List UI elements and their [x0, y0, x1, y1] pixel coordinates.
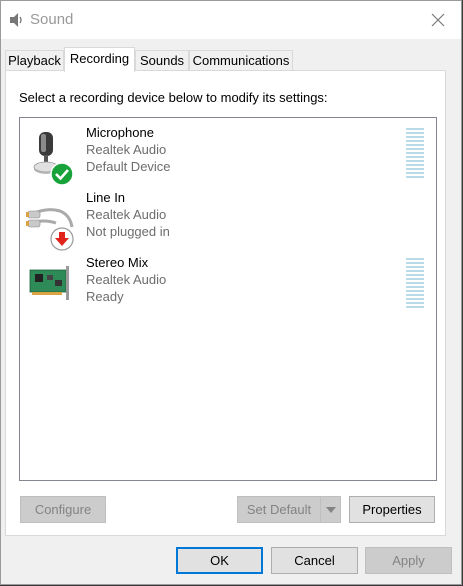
- title-bar[interactable]: Sound: [1, 1, 461, 39]
- device-item-microphone[interactable]: Microphone Realtek Audio Default Device: [20, 124, 436, 186]
- sound-card-icon: [29, 266, 69, 300]
- cancel-label: Cancel: [294, 553, 335, 568]
- device-status: Not plugged in: [86, 224, 170, 239]
- properties-label: Properties: [362, 502, 422, 517]
- device-status: Default Device: [86, 159, 171, 174]
- set-default-button[interactable]: Set Default: [237, 496, 341, 523]
- device-text: Line In Realtek Audio Not plugged in: [86, 189, 170, 240]
- ok-button[interactable]: OK: [176, 547, 263, 574]
- apply-button[interactable]: Apply: [365, 547, 452, 574]
- default-check-icon: [50, 162, 74, 186]
- device-driver: Realtek Audio: [86, 142, 167, 157]
- apply-label: Apply: [392, 553, 425, 568]
- device-name: Line In: [86, 190, 126, 205]
- device-list[interactable]: Microphone Realtek Audio Default Device: [19, 117, 437, 481]
- device-item-stereo-mix[interactable]: Stereo Mix Realtek Audio Ready: [20, 254, 436, 316]
- tab-recording[interactable]: Recording: [64, 47, 135, 72]
- properties-button[interactable]: Properties: [349, 496, 435, 523]
- device-item-line-in[interactable]: Line In Realtek Audio Not plugged in: [20, 189, 436, 251]
- chevron-down-icon: [325, 506, 336, 513]
- tab-sounds[interactable]: Sounds: [135, 50, 189, 71]
- device-name: Microphone: [86, 125, 154, 140]
- unplugged-arrow-icon: [50, 227, 74, 251]
- device-driver: Realtek Audio: [86, 272, 167, 287]
- sound-dialog: Sound Playback Recording Sounds Communic…: [0, 0, 462, 585]
- device-text: Microphone Realtek Audio Default Device: [86, 124, 171, 175]
- level-meter: [406, 258, 424, 310]
- configure-label: Configure: [34, 502, 92, 517]
- tab-communications[interactable]: Communications: [189, 50, 293, 71]
- close-icon: [431, 13, 445, 27]
- instruction-text: Select a recording device below to modif…: [19, 90, 328, 105]
- speaker-icon: [10, 13, 22, 27]
- level-meter: [406, 128, 424, 180]
- ok-label: OK: [210, 553, 229, 568]
- close-button[interactable]: [415, 1, 461, 39]
- device-driver: Realtek Audio: [86, 207, 167, 222]
- device-status: Ready: [86, 289, 124, 304]
- configure-button[interactable]: Configure: [20, 496, 106, 523]
- window-title: Sound: [30, 11, 74, 28]
- set-default-dropdown[interactable]: [320, 497, 340, 522]
- device-text: Stereo Mix Realtek Audio Ready: [86, 254, 166, 305]
- set-default-label: Set Default: [246, 502, 312, 517]
- device-name: Stereo Mix: [86, 255, 149, 270]
- cancel-button[interactable]: Cancel: [271, 547, 358, 574]
- recording-panel: Select a recording device below to modif…: [5, 70, 446, 536]
- tab-playback[interactable]: Playback: [5, 50, 64, 71]
